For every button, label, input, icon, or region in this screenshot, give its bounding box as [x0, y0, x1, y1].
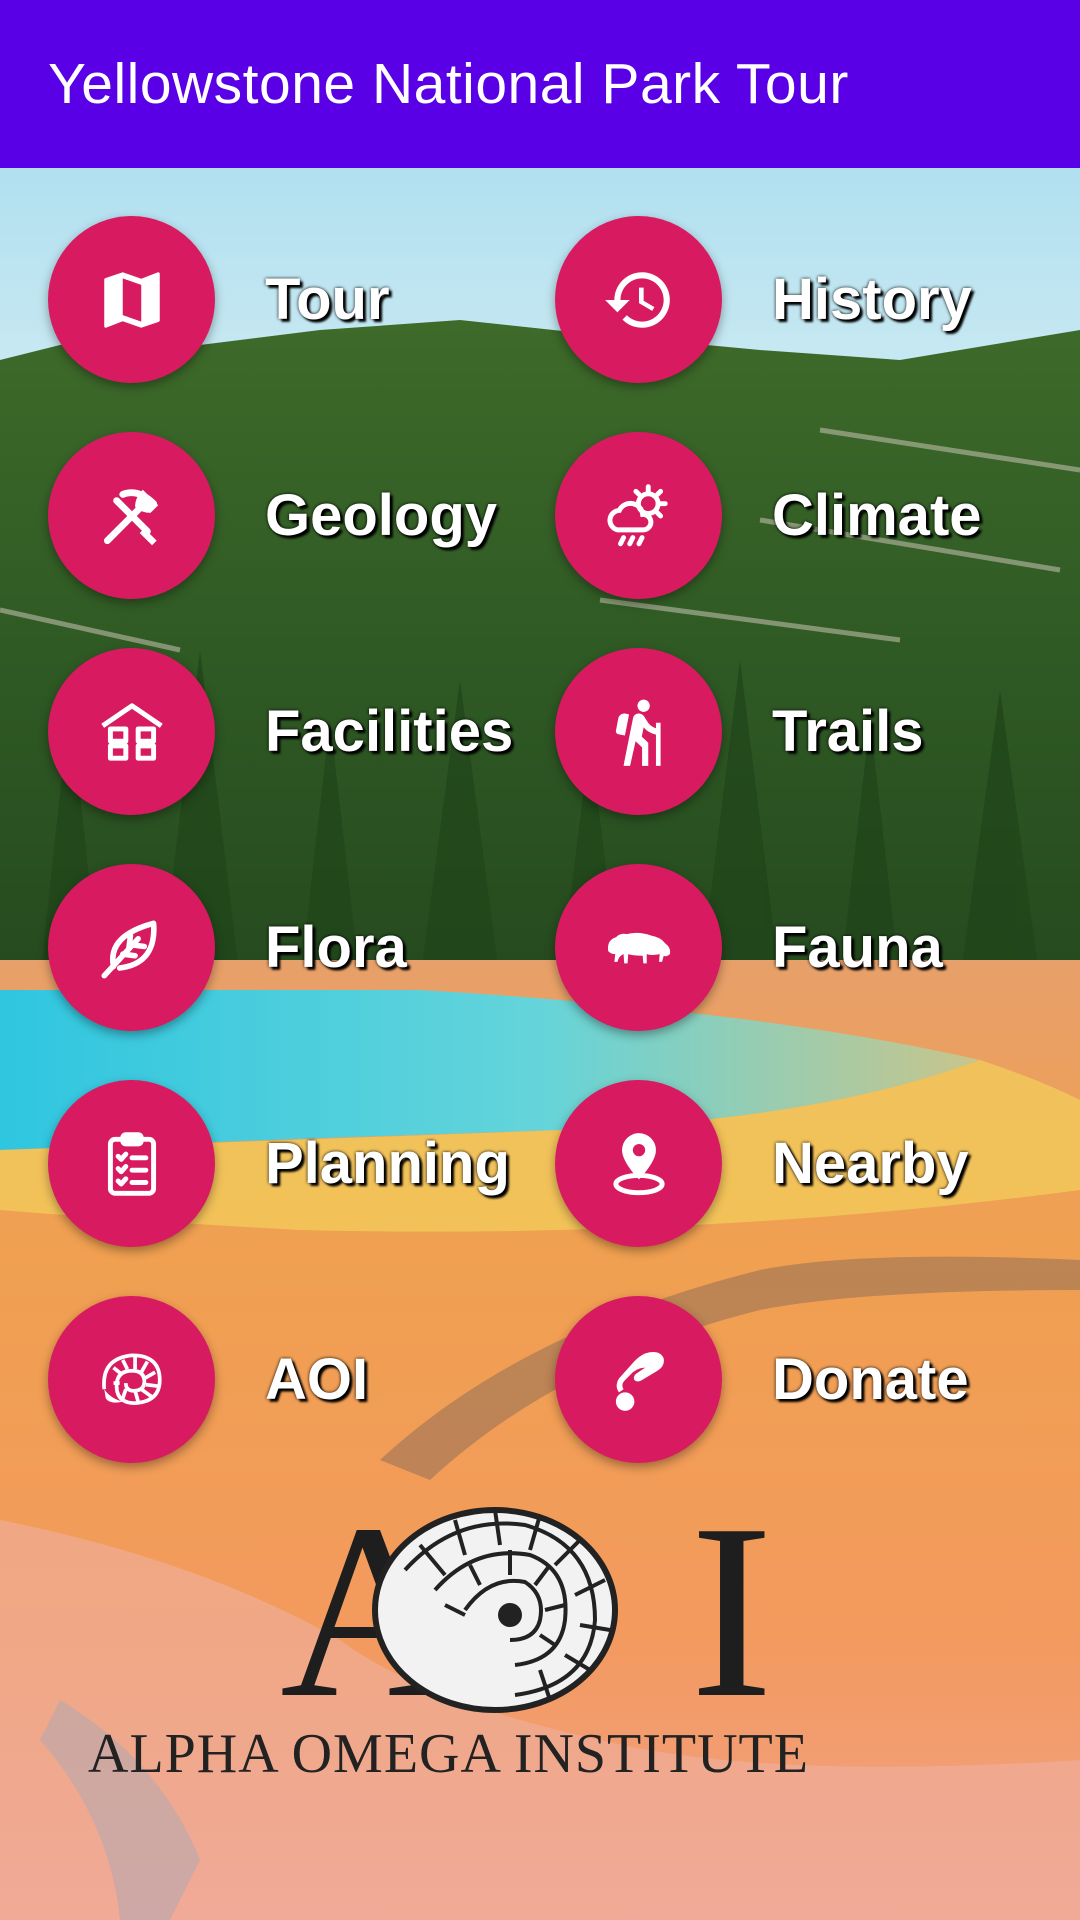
nearby-label: Nearby — [772, 1131, 969, 1196]
planning-button[interactable] — [48, 1080, 215, 1247]
app-title: Yellowstone National Park Tour — [48, 52, 849, 116]
location-pin-icon — [612, 1132, 665, 1195]
menu-item-aoi[interactable]: AOI — [48, 1296, 368, 1463]
pick-shovel-icon — [103, 488, 158, 545]
climate-button[interactable] — [555, 432, 722, 599]
menu-item-tour[interactable]: Tour — [48, 216, 390, 383]
menu-item-climate[interactable]: Climate — [555, 432, 982, 599]
fauna-label: Fauna — [772, 915, 943, 980]
building-icon — [100, 702, 163, 761]
facilities-label: Facilities — [265, 699, 514, 764]
map-icon — [103, 271, 160, 328]
donate-label: Donate — [772, 1347, 969, 1412]
leaf-icon — [100, 920, 157, 979]
menu-item-facilities[interactable]: Facilities — [48, 648, 513, 815]
weather-icon — [606, 483, 668, 546]
clipboard-icon — [107, 1131, 156, 1196]
geology-button[interactable] — [48, 432, 215, 599]
flora-button[interactable] — [48, 864, 215, 1031]
fauna-button[interactable] — [555, 864, 722, 1031]
climate-label: Climate — [772, 483, 982, 548]
ammonite-icon — [101, 1352, 162, 1405]
donate-hand-icon — [615, 1351, 664, 1411]
donate-button[interactable] — [555, 1296, 722, 1463]
trails-label: Trails — [772, 699, 924, 764]
geology-label: Geology — [265, 483, 498, 548]
flora-label: Flora — [265, 915, 407, 980]
facilities-button[interactable] — [48, 648, 215, 815]
hiker-icon — [615, 699, 661, 766]
menu-item-planning[interactable]: Planning — [48, 1080, 510, 1247]
menu-item-fauna[interactable]: Fauna — [555, 864, 943, 1031]
menu-item-history[interactable]: History — [555, 216, 972, 383]
tour-label: Tour — [265, 267, 390, 332]
history-icon — [604, 271, 670, 328]
aoi-label: AOI — [265, 1347, 369, 1412]
menu-item-geology[interactable]: Geology — [48, 432, 497, 599]
history-label: History — [772, 267, 972, 332]
menu-item-nearby[interactable]: Nearby — [555, 1080, 969, 1247]
aoi-button[interactable] — [48, 1296, 215, 1463]
history-button[interactable] — [555, 216, 722, 383]
planning-label: Planning — [265, 1131, 510, 1196]
menu-item-trails[interactable]: Trails — [555, 648, 924, 815]
nearby-button[interactable] — [555, 1080, 722, 1247]
app-bar: Yellowstone National Park Tour — [0, 0, 1080, 168]
menu-item-flora[interactable]: Flora — [48, 864, 407, 1031]
menu-grid: Tour History Geology Climate Facilities … — [0, 0, 1080, 1920]
menu-item-donate[interactable]: Donate — [555, 1296, 969, 1463]
tour-button[interactable] — [48, 216, 215, 383]
trails-button[interactable] — [555, 648, 722, 815]
bison-icon — [607, 932, 670, 963]
